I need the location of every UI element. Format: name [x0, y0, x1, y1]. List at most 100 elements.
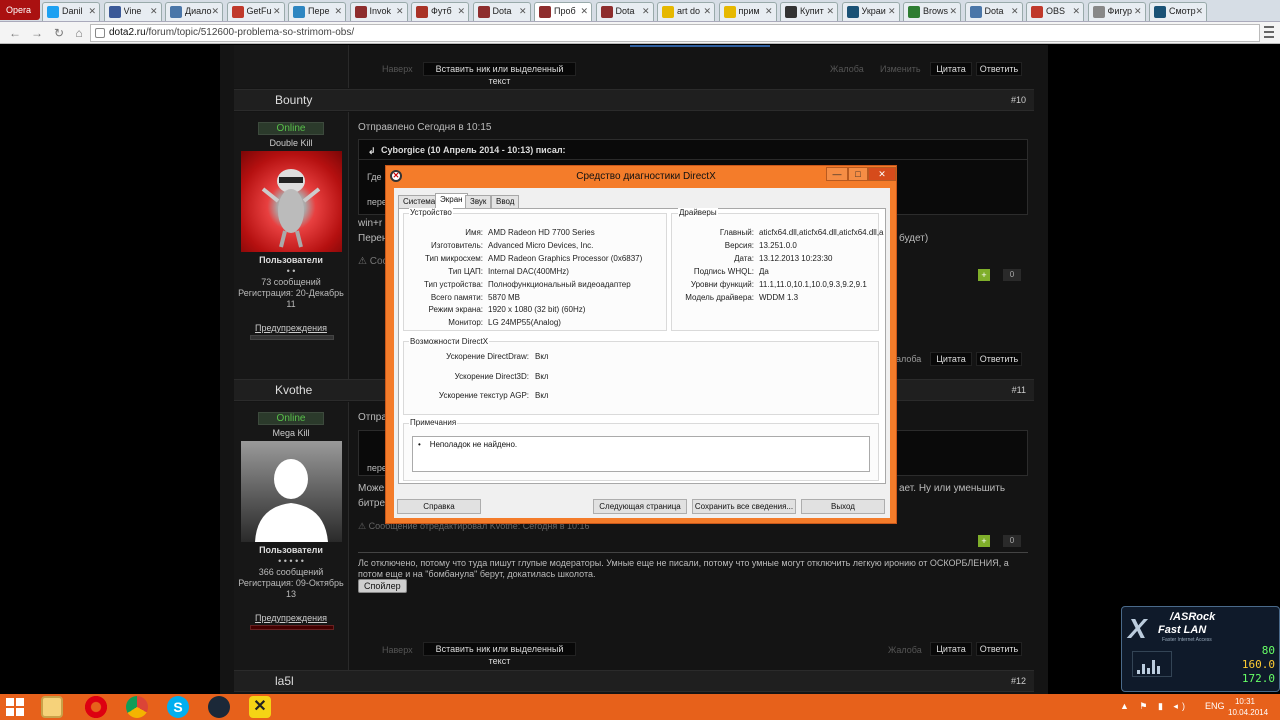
- browser-tab[interactable]: Danil ✕: [42, 2, 100, 21]
- plus-button[interactable]: +: [978, 269, 990, 281]
- tab-close-icon[interactable]: ✕: [949, 6, 957, 17]
- browser-tab[interactable]: Dota ✕: [472, 2, 531, 21]
- browser-tab[interactable]: Vine ✕: [103, 2, 162, 21]
- tab-close-icon[interactable]: ✕: [396, 6, 404, 17]
- tab-system[interactable]: Система: [398, 195, 441, 209]
- browser-tab[interactable]: Brows ✕: [903, 2, 961, 21]
- menu-icon[interactable]: [1264, 26, 1274, 40]
- tab-display[interactable]: Экран: [435, 193, 468, 209]
- exit-button[interactable]: Выход: [801, 499, 885, 514]
- report-link[interactable]: Жалоба: [888, 645, 922, 655]
- browser-tab[interactable]: art do ✕: [657, 2, 715, 21]
- close-button[interactable]: ✕: [868, 167, 896, 181]
- opera-icon[interactable]: [85, 696, 107, 718]
- post-username[interactable]: la5l: [275, 674, 294, 688]
- report-link[interactable]: Жалоба: [830, 64, 864, 74]
- tray-icons[interactable]: ▲ ⚑ ▮ ◂): [1120, 701, 1189, 712]
- post-number[interactable]: #10: [1011, 95, 1026, 105]
- tab-close-icon[interactable]: ✕: [765, 6, 773, 17]
- tab-close-icon[interactable]: ✕: [1195, 6, 1203, 17]
- reply-button[interactable]: Ответить: [976, 62, 1022, 76]
- reply-button[interactable]: Ответить: [976, 352, 1022, 366]
- tab-close-icon[interactable]: ✕: [642, 6, 650, 17]
- quote-author[interactable]: Cyborgice (10 Апрель 2014 - 10:13) писал…: [381, 145, 566, 155]
- language-indicator[interactable]: ENG: [1205, 701, 1225, 711]
- feature-field-label: Ускорение текстур AGP:: [438, 391, 529, 400]
- tab-close-icon[interactable]: ✕: [150, 6, 158, 17]
- browser-tab[interactable]: Dota ✕: [964, 2, 1023, 21]
- save-info-button[interactable]: Сохранить все сведения...: [692, 499, 796, 514]
- chrome-icon[interactable]: [126, 696, 148, 718]
- opera-menu-button[interactable]: Opera: [0, 0, 40, 20]
- url-input[interactable]: dota2.ru/forum/topic/512600-problema-so-…: [90, 24, 1260, 42]
- tab-favicon-icon: [1154, 6, 1166, 18]
- warnings-link[interactable]: Предупреждения: [234, 323, 348, 333]
- browser-tab[interactable]: Dota ✕: [595, 2, 654, 21]
- quote-button[interactable]: Цитата: [930, 62, 972, 76]
- browser-tab[interactable]: OBS ✕: [1026, 2, 1084, 21]
- browser-tab[interactable]: Диало ✕: [165, 2, 223, 21]
- tab-sound[interactable]: Звук: [465, 195, 492, 209]
- tab-close-icon[interactable]: ✕: [826, 6, 834, 17]
- avatar[interactable]: [241, 151, 342, 252]
- insert-nick-button[interactable]: Вставить ник или выделенный текст: [423, 642, 576, 666]
- spoiler-button[interactable]: Спойлер: [358, 579, 407, 593]
- quote-button[interactable]: Цитата: [930, 642, 972, 656]
- report-link[interactable]: алоба: [896, 354, 921, 364]
- tab-close-icon[interactable]: ✕: [1072, 6, 1080, 17]
- browser-tab[interactable]: Украи ✕: [841, 2, 900, 21]
- file-explorer-icon[interactable]: [41, 696, 63, 718]
- post-number[interactable]: #12: [1011, 676, 1026, 686]
- tab-close-icon[interactable]: ✕: [273, 6, 281, 17]
- home-icon[interactable]: ⌂: [72, 25, 86, 41]
- insert-nick-button[interactable]: Вставить ник или выделенный текст: [423, 62, 576, 86]
- tab-close-icon[interactable]: ✕: [519, 6, 527, 17]
- forward-icon[interactable]: →: [30, 25, 44, 41]
- reply-button[interactable]: Ответить: [976, 642, 1022, 656]
- back-icon[interactable]: ←: [8, 25, 22, 41]
- tab-close-icon[interactable]: ✕: [211, 6, 219, 17]
- browser-tab[interactable]: Смотр ✕: [1149, 2, 1207, 21]
- warnings-link[interactable]: Предупреждения: [234, 613, 348, 623]
- tab-close-icon[interactable]: ✕: [1134, 6, 1142, 17]
- top-link[interactable]: Наверх: [382, 64, 413, 74]
- browser-tab[interactable]: Купит ✕: [780, 2, 838, 21]
- asrock-xfast-lan-widget[interactable]: X /ASRock Fast LAN Faster Internet Acces…: [1121, 606, 1280, 692]
- tab-close-icon[interactable]: ✕: [703, 6, 711, 17]
- top-link[interactable]: Наверх: [382, 645, 413, 655]
- post-number[interactable]: #11: [1012, 385, 1026, 395]
- browser-tab[interactable]: Проб ✕: [534, 2, 592, 21]
- browser-tab[interactable]: Пере ✕: [288, 2, 346, 21]
- tab-input[interactable]: Ввод: [491, 195, 520, 209]
- help-button[interactable]: Справка: [397, 499, 481, 514]
- clock-time: 10:31: [1234, 697, 1256, 706]
- tab-close-icon[interactable]: ✕: [88, 6, 96, 17]
- quote-button[interactable]: Цитата: [930, 352, 972, 366]
- tab-close-icon[interactable]: ✕: [457, 6, 465, 17]
- maximize-button[interactable]: □: [848, 167, 868, 181]
- tab-close-icon[interactable]: ✕: [580, 6, 588, 17]
- plus-button[interactable]: +: [978, 535, 990, 547]
- browser-tab[interactable]: Футб ✕: [411, 2, 469, 21]
- post-username[interactable]: Kvothe: [275, 383, 312, 397]
- steam-icon[interactable]: [208, 696, 230, 718]
- browser-tab[interactable]: Invok ✕: [349, 2, 408, 21]
- avatar[interactable]: [241, 441, 342, 542]
- tab-close-icon[interactable]: ✕: [334, 6, 342, 17]
- windows-start-icon[interactable]: [6, 698, 24, 716]
- driver-field-label: Главный:: [719, 228, 754, 237]
- minimize-button[interactable]: —: [826, 167, 848, 181]
- tab-close-icon[interactable]: ✕: [888, 6, 896, 17]
- xsplit-icon[interactable]: ✕: [249, 696, 271, 718]
- skype-icon[interactable]: S: [167, 696, 189, 718]
- reload-icon[interactable]: ↻: [52, 25, 66, 41]
- next-page-button[interactable]: Следующая страница: [593, 499, 687, 514]
- browser-tab[interactable]: прим ✕: [718, 2, 777, 21]
- tab-close-icon[interactable]: ✕: [1011, 6, 1019, 17]
- notes-group-label: Примечания: [409, 418, 458, 427]
- post-username[interactable]: Bounty: [275, 93, 312, 107]
- edit-link[interactable]: Изменить: [880, 64, 921, 74]
- clock[interactable]: 10:31 10.04.2014: [1228, 696, 1268, 718]
- browser-tab[interactable]: Фигур ✕: [1087, 2, 1146, 21]
- browser-tab[interactable]: GetFu ✕: [226, 2, 285, 21]
